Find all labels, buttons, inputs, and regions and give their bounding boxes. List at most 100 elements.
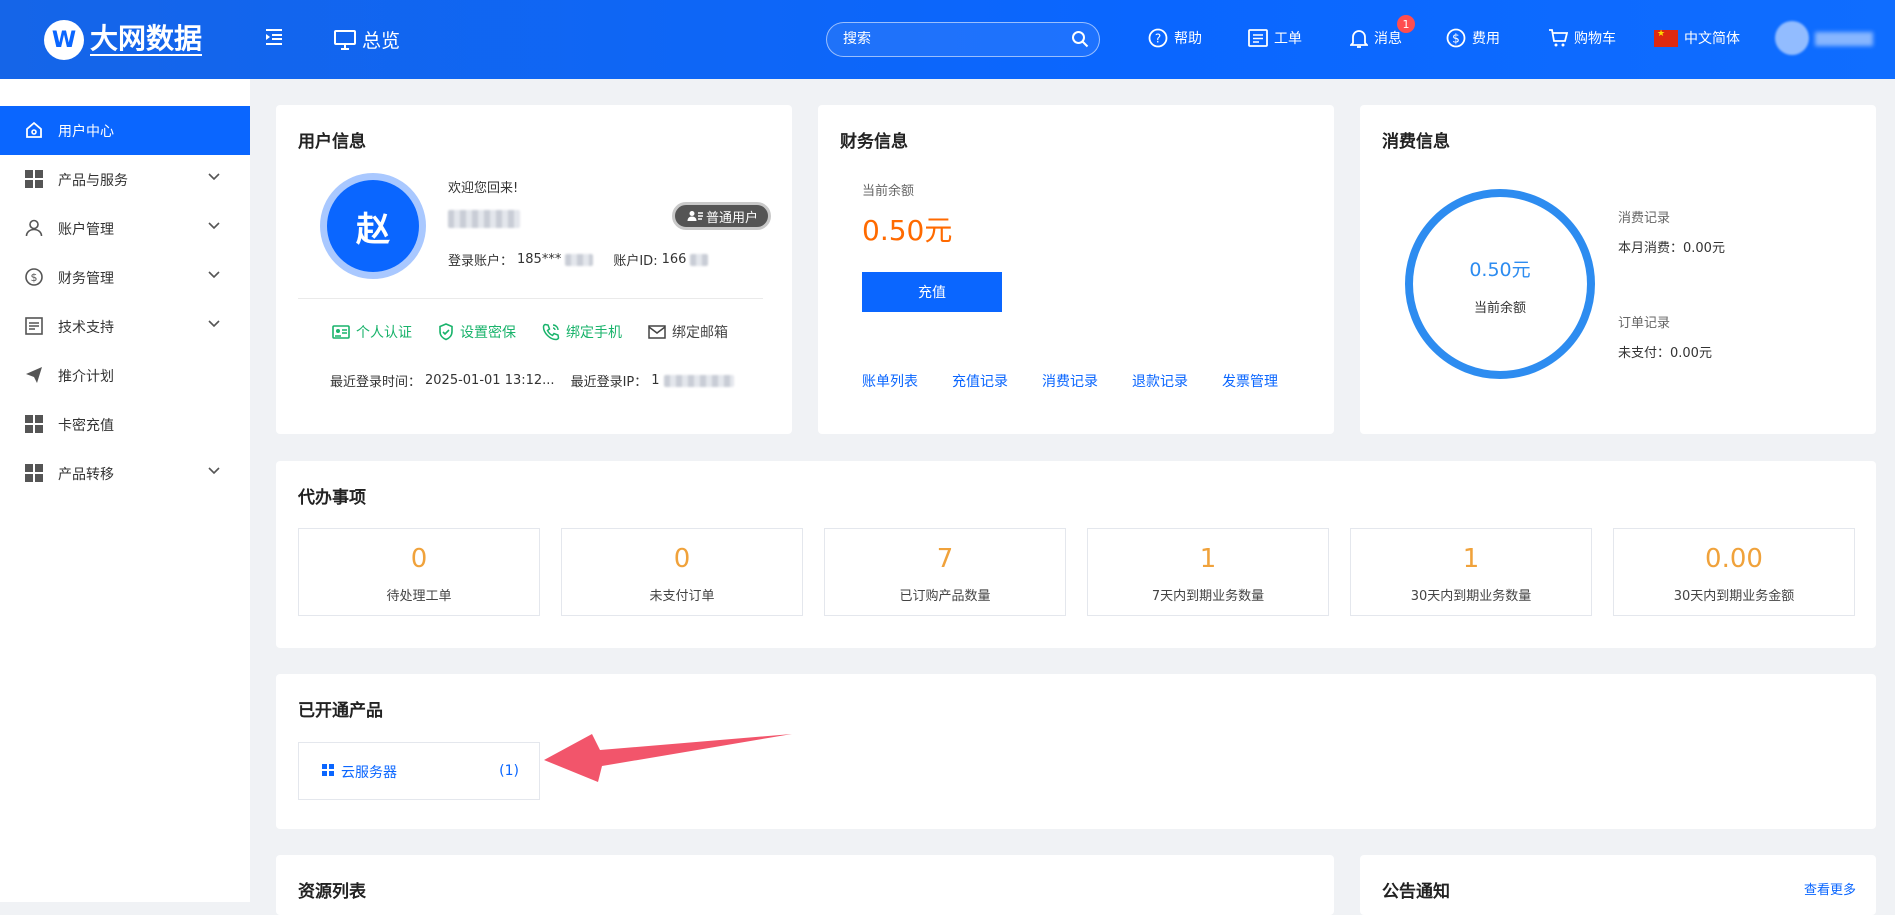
nav-cart[interactable]: 购物车 bbox=[1548, 28, 1616, 48]
search-icon[interactable] bbox=[1071, 30, 1089, 48]
nav-fee[interactable]: $ 费用 bbox=[1446, 28, 1500, 48]
sidebar-item-label: 卡密充值 bbox=[58, 417, 114, 434]
stat-expire-30days-amount[interactable]: 0.00 30天内到期业务金额 bbox=[1613, 528, 1855, 616]
last-login-ip-redacted bbox=[663, 374, 734, 387]
stat-label: 7天内到期业务数量 bbox=[1151, 589, 1265, 604]
consume-record-link[interactable]: 消费记录 bbox=[1042, 371, 1098, 391]
account-id-value: 166 bbox=[661, 252, 687, 267]
bind-phone-link[interactable]: 绑定手机 bbox=[542, 322, 622, 342]
stat-label: 待处理工单 bbox=[386, 589, 452, 604]
last-login-ip: 1 bbox=[651, 373, 660, 388]
notice-card: 公告通知 查看更多 bbox=[1360, 855, 1876, 915]
account-id-redacted bbox=[690, 253, 709, 266]
balance-label: 当前余额 bbox=[862, 184, 915, 199]
nav-ticket-label: 工单 bbox=[1274, 31, 1302, 47]
nav-message-label: 消息 bbox=[1374, 31, 1402, 47]
nav-help[interactable]: ? 帮助 bbox=[1148, 28, 1202, 48]
resources-title: 资源列表 bbox=[298, 882, 366, 902]
grid-icon bbox=[322, 764, 334, 776]
bind-email-label: 绑定邮箱 bbox=[672, 325, 728, 341]
language-switch[interactable]: 中文简体 bbox=[1654, 28, 1740, 48]
product-cloud-server[interactable]: 云服务器 (1) bbox=[298, 742, 540, 800]
bind-phone-label: 绑定手机 bbox=[566, 325, 622, 341]
logo[interactable]: W 大网数据 bbox=[44, 20, 203, 60]
user-info-card: 用户信息 赵 欢迎您回来! 普通用户 登录账户： 185*** 账户ID: 16… bbox=[276, 105, 792, 434]
security-question-label: 设置密保 bbox=[460, 325, 516, 341]
sidebar-item-user-center[interactable]: 用户中心 bbox=[0, 106, 250, 155]
user-card-icon bbox=[687, 211, 703, 221]
message-badge: 1 bbox=[1397, 15, 1415, 33]
identity-verify-label: 个人认证 bbox=[356, 325, 412, 341]
sidebar-item-label: 账户管理 bbox=[58, 221, 114, 238]
welcome-text: 欢迎您回来! bbox=[448, 181, 519, 196]
sidebar-item-referral[interactable]: 推介计划 bbox=[0, 351, 250, 400]
sidebar-item-finance[interactable]: $ 财务管理 bbox=[0, 253, 250, 302]
annotation-arrow bbox=[544, 734, 792, 782]
stat-expire-30days[interactable]: 1 30天内到期业务数量 bbox=[1350, 528, 1592, 616]
bill-list-link[interactable]: 账单列表 bbox=[862, 371, 918, 391]
product-count: (1) bbox=[499, 763, 519, 779]
id-card-icon bbox=[332, 325, 350, 339]
recharge-record-link[interactable]: 充值记录 bbox=[952, 371, 1008, 391]
overview-link[interactable]: 总览 bbox=[334, 26, 400, 53]
stat-value: 0 bbox=[673, 544, 691, 574]
account-id-label: 账户ID: bbox=[613, 254, 658, 269]
phone-icon bbox=[542, 323, 560, 341]
user-type-badge: 普通用户 bbox=[672, 202, 772, 230]
nav-ticket[interactable]: 工单 bbox=[1248, 28, 1302, 48]
svg-text:?: ? bbox=[1155, 32, 1161, 46]
account-redacted bbox=[565, 253, 594, 266]
sidebar-item-transfer[interactable]: 产品转移 bbox=[0, 449, 250, 498]
view-more-link[interactable]: 查看更多 bbox=[1804, 879, 1856, 898]
user-avatar-large: 赵 bbox=[320, 173, 426, 279]
svg-text:$: $ bbox=[1452, 32, 1460, 46]
resources-card: 资源列表 bbox=[276, 855, 1334, 915]
menu-collapse-icon[interactable] bbox=[264, 28, 286, 50]
chevron-down-icon bbox=[208, 467, 220, 475]
stat-pending-tickets[interactable]: 0 待处理工单 bbox=[298, 528, 540, 616]
balance-ring: 0.50元 当前余额 bbox=[1405, 189, 1595, 379]
sidebar-item-support[interactable]: 技术支持 bbox=[0, 302, 250, 351]
refund-record-link[interactable]: 退款记录 bbox=[1132, 371, 1188, 391]
monitor-icon bbox=[334, 29, 356, 50]
home-icon bbox=[26, 121, 42, 138]
sidebar: 用户中心 产品与服务 账户管理 $ 财务管理 技术支持 推介计划 卡密充值 产品… bbox=[0, 79, 250, 902]
invoice-management-link[interactable]: 发票管理 bbox=[1222, 371, 1278, 391]
user-name-redacted[interactable] bbox=[1815, 32, 1873, 46]
stat-expire-7days[interactable]: 1 7天内到期业务数量 bbox=[1087, 528, 1329, 616]
divider bbox=[298, 298, 763, 299]
search-input[interactable] bbox=[843, 31, 1053, 47]
sidebar-item-card-recharge[interactable]: 卡密充值 bbox=[0, 400, 250, 449]
dollar-icon: $ bbox=[25, 268, 43, 286]
consume-record-label[interactable]: 消费记录 bbox=[1618, 207, 1670, 226]
sidebar-item-products[interactable]: 产品与服务 bbox=[0, 155, 250, 204]
bind-email-link[interactable]: 绑定邮箱 bbox=[648, 322, 728, 342]
stat-value: 1 bbox=[1462, 544, 1480, 574]
stat-value: 7 bbox=[936, 544, 954, 574]
products-title: 已开通产品 bbox=[298, 701, 383, 721]
identity-verify-link[interactable]: 个人认证 bbox=[332, 322, 412, 342]
order-record-label[interactable]: 订单记录 bbox=[1618, 312, 1670, 331]
sidebar-item-account[interactable]: 账户管理 bbox=[0, 204, 250, 253]
consumption-title: 消费信息 bbox=[1382, 132, 1450, 152]
user-avatar[interactable] bbox=[1775, 21, 1809, 55]
last-login-row: 最近登录时间： 2025-01-01 13:12... 最近登录IP： 1 bbox=[330, 371, 734, 390]
stat-unpaid-orders[interactable]: 0 未支付订单 bbox=[561, 528, 803, 616]
stat-value: 1 bbox=[1199, 544, 1217, 574]
svg-text:$: $ bbox=[31, 271, 38, 284]
help-icon: ? bbox=[1148, 28, 1168, 48]
sidebar-item-label: 产品与服务 bbox=[58, 172, 128, 189]
nav-cart-label: 购物车 bbox=[1574, 31, 1616, 47]
grid-icon bbox=[25, 415, 43, 433]
chevron-down-icon bbox=[208, 320, 220, 328]
user-security-links: 个人认证 设置密保 绑定手机 绑定邮箱 bbox=[332, 322, 728, 342]
china-flag-icon bbox=[1654, 29, 1678, 47]
stat-ordered-products[interactable]: 7 已订购产品数量 bbox=[824, 528, 1066, 616]
send-icon bbox=[26, 367, 42, 383]
sidebar-item-label: 用户中心 bbox=[58, 123, 114, 140]
unpaid-amount: 未支付：0.00元 bbox=[1618, 346, 1712, 361]
document-icon bbox=[25, 317, 43, 335]
recharge-button[interactable]: 充值 bbox=[862, 272, 1002, 312]
nav-message[interactable]: 消息 bbox=[1350, 28, 1402, 48]
security-question-link[interactable]: 设置密保 bbox=[438, 322, 516, 342]
